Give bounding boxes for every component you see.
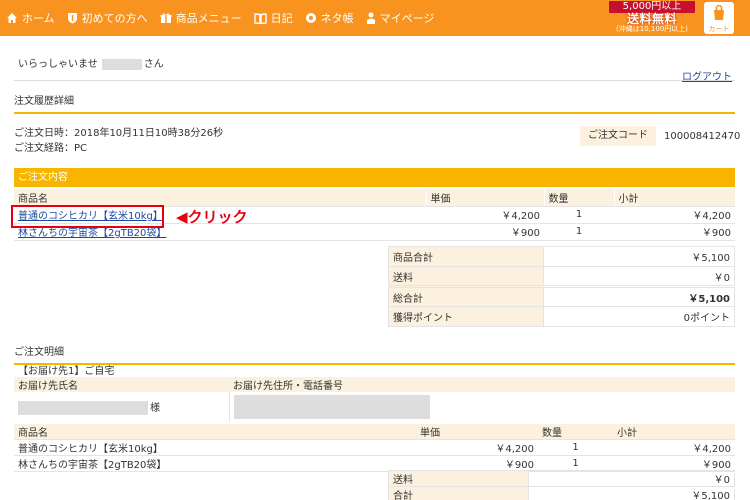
cart-icon <box>714 4 724 20</box>
row-name: 林さんちの宇宙茶【2gTB20袋】 <box>14 455 416 472</box>
order-code-value: 100008412470 <box>664 130 741 142</box>
total-row: 総合計 ￥5,100 <box>388 285 735 307</box>
banner-free-shipping: 送料無料 <box>626 12 677 26</box>
order-route: ご注文経路：PC <box>14 143 88 154</box>
row-qty: 1 <box>544 206 614 224</box>
free-shipping-banner[interactable]: 5,000円以上 送料無料 (沖縄は10,100円以上) <box>606 1 698 35</box>
greeting-prefix: いらっしゃいませ <box>18 59 98 70</box>
col-header-price: 単価 <box>425 189 544 207</box>
honorific: 様 <box>150 403 160 414</box>
address-cell <box>229 392 735 422</box>
top-nav-bar: ホーム 初めての方へ 商品メニュー 日記 ネタ帳 マイページ 5,000円以上 … <box>0 0 750 36</box>
total-row: 送料 ￥0 <box>388 470 735 487</box>
user-name-redacted <box>101 58 142 70</box>
col-header-name: 商品名 <box>14 189 426 207</box>
order-totals-table: 商品合計 ￥5,100 送料 ￥0 総合計 ￥5,100 獲得ポイント 0ポイン… <box>388 246 735 327</box>
home-icon <box>7 13 17 23</box>
order-code: ご注文コード 100008412470 <box>580 126 748 146</box>
col-header-name: 商品名 <box>14 424 416 440</box>
table-header-row: 商品名 単価 数量 小計 <box>14 189 735 207</box>
page-title: 注文履歴詳細 <box>14 92 735 114</box>
product-link-uchuucha[interactable]: 林さんちの宇宙茶【2gTB20袋】 <box>18 228 166 239</box>
details-items-table: 商品名 単価 数量 小計 普通のコシヒカリ【玄米10kg】 ￥4,200 1 ￥… <box>14 424 735 472</box>
nav-first-time[interactable]: 初めての方へ <box>67 10 148 26</box>
details-total-value: ￥5,100 <box>528 486 735 500</box>
col-header-subtotal: 小計 <box>613 424 735 440</box>
nav-neta-label: ネタ帳 <box>320 12 354 25</box>
col-header-subtotal: 小計 <box>613 189 735 207</box>
nav-diary-label: 日記 <box>270 12 293 25</box>
nav-product-menu[interactable]: 商品メニュー <box>160 10 242 26</box>
destination-label: 【お届け先1】ご自宅 <box>18 366 115 377</box>
nav-mypage[interactable]: マイページ <box>366 10 435 26</box>
order-date: ご注文日時：2018年10月11日10時38分26秒 <box>14 128 224 139</box>
total-row: 送料 ￥0 <box>388 266 735 287</box>
total-row: 合計 ￥5,100 <box>388 486 735 500</box>
row-subtotal: ￥4,200 <box>613 439 735 456</box>
col-header-qty: 数量 <box>538 424 613 440</box>
points-value: 0ポイント <box>543 306 735 327</box>
recipient-label: お届け先氏名 <box>14 377 229 392</box>
row-price: ￥4,200 <box>416 439 538 456</box>
order-code-label: ご注文コード <box>580 126 656 146</box>
divider <box>14 80 735 81</box>
cart-label: カート <box>708 25 730 33</box>
nav-product-menu-label: 商品メニュー <box>175 12 242 25</box>
shipping-value: ￥0 <box>543 266 735 287</box>
address-label: お届け先住所・電話番号 <box>229 377 735 392</box>
details-shipping-label: 送料 <box>388 470 529 487</box>
gear-icon <box>305 13 316 23</box>
grand-total-value: ￥5,100 <box>543 285 735 307</box>
click-annotation: ◀クリック <box>176 208 248 226</box>
nav-diary[interactable]: 日記 <box>253 10 293 26</box>
row-qty: 1 <box>538 439 613 456</box>
row-qty: 1 <box>544 223 614 241</box>
greeting: いらっしゃいませ さん <box>18 55 164 70</box>
delivery-table: 【お届け先1】ご自宅 お届け先氏名 お届け先住所・電話番号 様 <box>14 362 735 422</box>
col-header-qty: 数量 <box>543 189 614 207</box>
details-shipping-value: ￥0 <box>528 470 735 487</box>
row-subtotal: ￥900 <box>614 223 735 241</box>
recipient-name-redacted <box>18 401 148 415</box>
details-total-label: 合計 <box>388 486 529 500</box>
main-nav: ホーム 初めての方へ 商品メニュー 日記 ネタ帳 マイページ <box>6 0 446 36</box>
nav-neta[interactable]: ネタ帳 <box>305 10 354 26</box>
shipping-label: 送料 <box>388 266 544 287</box>
points-label: 獲得ポイント <box>388 306 544 327</box>
recipient-cell: 様 <box>14 392 230 422</box>
total-row: 獲得ポイント 0ポイント <box>388 306 735 327</box>
shield-icon <box>67 13 77 24</box>
order-contents-header: ご注文内容 <box>14 168 735 187</box>
row-price: ￥4,200 <box>426 206 544 224</box>
row-name: 普通のコシヒカリ【玄米10kg】 <box>14 439 416 456</box>
nav-first-time-label: 初めての方へ <box>81 12 148 25</box>
nav-home-label: ホーム <box>22 12 55 25</box>
table-header-row: 商品名 単価 数量 小計 <box>14 424 735 440</box>
cart-button[interactable]: カート <box>704 2 734 34</box>
product-total-value: ￥5,100 <box>543 246 735 267</box>
row-price: ￥900 <box>426 223 544 241</box>
book-icon <box>253 12 267 24</box>
nav-mypage-label: マイページ <box>379 12 435 25</box>
person-icon <box>366 12 375 24</box>
table-row: 普通のコシヒカリ【玄米10kg】 ￥4,200 1 ￥4,200 <box>14 439 735 456</box>
col-header-price: 単価 <box>416 424 538 440</box>
details-totals-table: 送料 ￥0 合計 ￥5,100 <box>388 470 735 500</box>
grand-total-label: 総合計 <box>388 285 544 307</box>
gift-icon <box>160 13 172 23</box>
nav-home[interactable]: ホーム <box>6 10 55 26</box>
product-total-label: 商品合計 <box>388 246 544 267</box>
order-meta: ご注文日時：2018年10月11日10時38分26秒 ご注文経路：PC <box>14 126 223 156</box>
total-row: 商品合計 ￥5,100 <box>388 246 735 267</box>
address-redacted <box>233 395 430 419</box>
row-subtotal: ￥4,200 <box>614 206 735 224</box>
banner-okinawa-note: (沖縄は10,100円以上) <box>616 25 688 33</box>
greeting-suffix: さん <box>143 59 164 70</box>
highlight-box <box>11 205 164 228</box>
